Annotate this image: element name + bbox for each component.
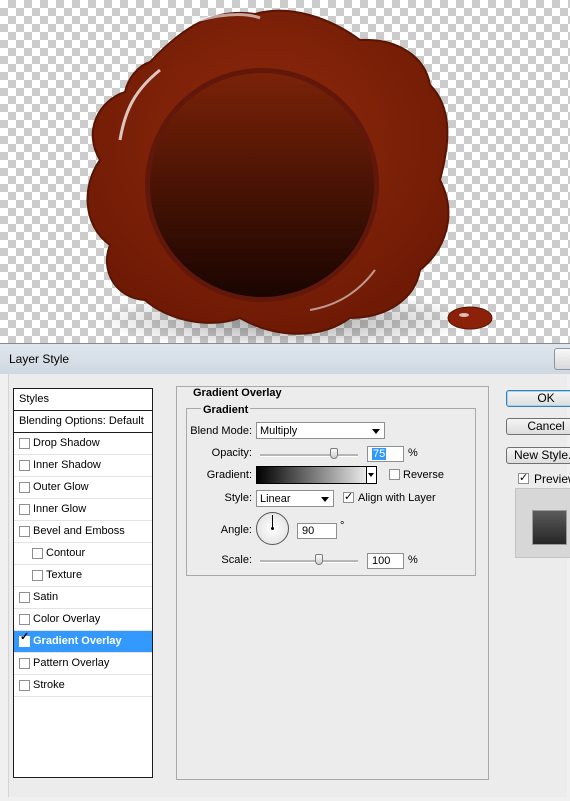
style-select[interactable]: Linear	[256, 490, 334, 507]
opacity-slider-thumb[interactable]	[329, 448, 338, 459]
style-item-label: Gradient Overlay	[33, 635, 122, 647]
style-item-label: Color Overlay	[33, 613, 101, 625]
dialog-titlebar[interactable]: Layer Style	[0, 344, 570, 374]
preview-label: Preview	[534, 472, 570, 486]
chevron-down-icon	[321, 497, 329, 502]
style-item-texture[interactable]: Texture	[14, 565, 152, 587]
gradient-dropdown[interactable]	[366, 466, 377, 484]
wax-seal-illustration	[86, 9, 493, 345]
blending-options-item[interactable]: Blending Options: Default	[14, 411, 152, 433]
style-item-drop-shadow[interactable]: Drop Shadow	[14, 433, 152, 455]
style-item-contour[interactable]: Contour	[14, 543, 152, 565]
angle-value: 90	[302, 525, 315, 537]
styles-header[interactable]: Styles	[14, 389, 152, 411]
blend-mode-select[interactable]: Multiply	[256, 422, 385, 439]
scale-slider-thumb[interactable]	[314, 554, 323, 565]
style-item-checkbox[interactable]	[19, 504, 30, 515]
chevron-down-icon	[372, 429, 380, 434]
checkmark-icon: ✓	[344, 491, 354, 503]
cancel-button[interactable]: Cancel	[506, 418, 570, 435]
new-style-button[interactable]: New Style...	[506, 447, 570, 464]
style-label: Style:	[224, 492, 252, 504]
style-item-checkbox[interactable]: ✓	[19, 632, 30, 647]
style-item-checkbox[interactable]	[19, 614, 30, 625]
style-item-label: Satin	[33, 591, 59, 603]
layer-style-dialog: Layer Style Styles Blending Options: Def…	[0, 343, 570, 801]
style-item-checkbox[interactable]	[19, 438, 30, 449]
align-with-layer-checkbox[interactable]: ✓	[343, 491, 354, 503]
blend-mode-value: Multiply	[260, 425, 298, 437]
style-item-label: Inner Glow	[33, 503, 87, 515]
angle-dial[interactable]	[256, 512, 289, 545]
style-item-pattern-overlay[interactable]: Pattern Overlay	[14, 653, 152, 675]
checkmark-icon: ✓	[20, 631, 30, 643]
gradient-swatch[interactable]	[256, 466, 377, 484]
style-item-inner-glow[interactable]: Inner Glow	[14, 499, 152, 521]
reverse-checkbox[interactable]	[389, 469, 400, 480]
angle-label: Angle:	[220, 524, 252, 536]
style-item-checkbox[interactable]	[19, 658, 30, 669]
style-item-checkbox[interactable]	[19, 460, 30, 471]
gradient-label: Gradient:	[206, 469, 252, 481]
opacity-label: Opacity:	[211, 447, 252, 459]
styles-list: Styles Blending Options: Default Drop Sh…	[13, 388, 153, 778]
opacity-percent: %	[408, 447, 418, 459]
preview-swatch	[515, 488, 570, 558]
angle-input[interactable]: 90	[297, 523, 337, 539]
checkmark-icon: ✓	[519, 472, 529, 484]
scale-percent: %	[408, 554, 418, 566]
style-item-label: Bevel and Emboss	[33, 525, 125, 537]
wax-drop	[447, 306, 493, 330]
group-title: Gradient	[201, 404, 251, 416]
ok-button[interactable]: OK	[506, 390, 570, 407]
style-item-label: Contour	[46, 547, 86, 559]
style-item-label: Stroke	[33, 679, 65, 691]
style-item-color-overlay[interactable]: Color Overlay	[14, 609, 152, 631]
opacity-slider-track[interactable]	[260, 454, 358, 457]
opacity-input[interactable]: 75	[367, 446, 404, 462]
style-item-checkbox[interactable]	[19, 526, 30, 537]
document-canvas	[0, 0, 570, 345]
style-item-inner-shadow[interactable]: Inner Shadow	[14, 455, 152, 477]
blend-mode-label: Blend Mode:	[190, 425, 252, 437]
style-item-checkbox[interactable]	[19, 680, 30, 691]
section-title: Gradient Overlay	[193, 387, 282, 399]
style-value: Linear	[260, 493, 291, 505]
close-icon[interactable]	[554, 348, 570, 370]
style-item-bevel-and-emboss[interactable]: Bevel and Emboss	[14, 521, 152, 543]
style-item-label: Pattern Overlay	[33, 657, 110, 669]
style-item-outer-glow[interactable]: Outer Glow	[14, 477, 152, 499]
reverse-label: Reverse	[403, 469, 444, 481]
opacity-value: 75	[372, 448, 387, 460]
scale-value: 100	[372, 555, 391, 567]
scale-label: Scale:	[221, 554, 252, 566]
style-item-label: Texture	[46, 569, 83, 581]
scale-slider-track[interactable]	[260, 560, 358, 563]
style-item-checkbox[interactable]	[32, 548, 43, 559]
preview-checkbox[interactable]: ✓	[518, 472, 529, 484]
dialog-title: Layer Style	[9, 352, 70, 366]
align-with-layer-label: Align with Layer	[358, 492, 436, 504]
chevron-down-icon	[368, 473, 374, 477]
style-item-gradient-overlay[interactable]: ✓ Gradient Overlay	[14, 631, 152, 653]
style-item-checkbox[interactable]	[32, 570, 43, 581]
style-item-stroke[interactable]: Stroke	[14, 675, 152, 697]
style-item-label: Inner Shadow	[33, 459, 101, 471]
style-item-label: Outer Glow	[33, 481, 89, 493]
style-item-checkbox[interactable]	[19, 482, 30, 493]
style-item-satin[interactable]: Satin	[14, 587, 152, 609]
scale-input[interactable]: 100	[367, 553, 404, 569]
style-item-label: Drop Shadow	[33, 437, 100, 449]
degree-symbol: °	[340, 520, 345, 532]
style-item-checkbox[interactable]	[19, 592, 30, 603]
